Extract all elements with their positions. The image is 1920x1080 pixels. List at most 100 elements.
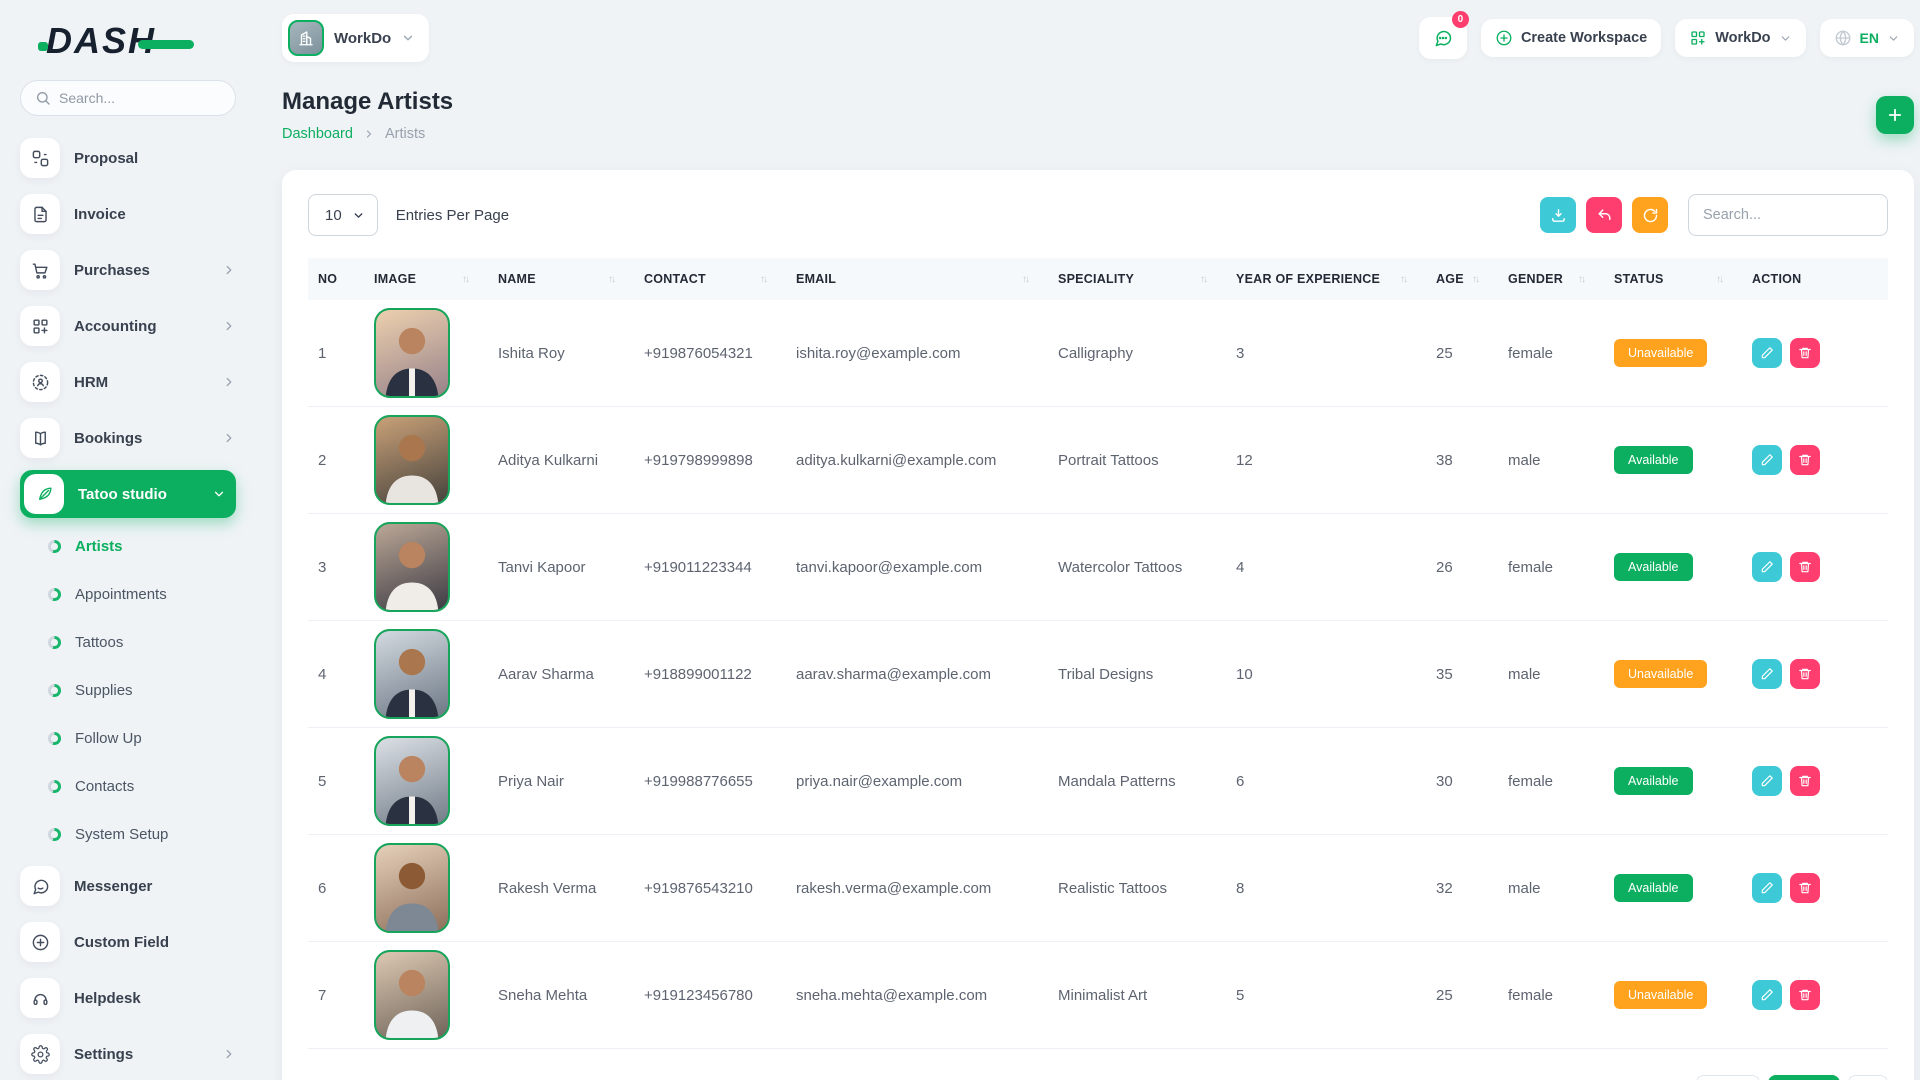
cell-no: 6 [308,835,364,942]
artist-photo [374,629,450,719]
cell-no: 5 [308,728,364,835]
sidebar: DASH Proposal Invoice Purchases [0,0,256,1080]
sort-icon[interactable] [760,274,776,285]
delete-button[interactable] [1790,766,1820,796]
table-row: 4 Aarav Sharma +918899001122 aarav.sharm… [308,621,1888,728]
pagination-page-1-button[interactable] [1768,1075,1840,1080]
delete-button[interactable] [1790,659,1820,689]
edit-button[interactable] [1752,873,1782,903]
sidebar-item-bookings[interactable]: Bookings [20,414,236,462]
sort-icon[interactable] [462,274,478,285]
delete-button[interactable] [1790,980,1820,1010]
sidebar-subitem-supplies[interactable]: Supplies [48,670,236,710]
column-header-name[interactable]: NAME [488,258,634,300]
language-selector[interactable]: EN [1820,19,1914,57]
app-root: DASH Proposal Invoice Purchases [0,0,1920,1080]
breadcrumb-dashboard-link[interactable]: Dashboard [282,126,353,142]
cell-speciality: Portrait Tattoos [1048,407,1226,514]
sort-icon[interactable] [1022,274,1038,285]
sidebar-subitem-system-setup[interactable]: System Setup [48,814,236,854]
delete-button[interactable] [1790,873,1820,903]
bullet-icon [48,636,61,649]
cell-speciality: Calligraphy [1048,300,1226,407]
sidebar-subitem-follow-up[interactable]: Follow Up [48,718,236,758]
refresh-button[interactable] [1632,197,1668,233]
artists-table: NO IMAGE NAME CONTACT EMAIL SPECIALITY Y… [308,258,1888,1049]
delete-button[interactable] [1790,552,1820,582]
cell-name: Ishita Roy [488,300,634,407]
column-header-speciality[interactable]: SPECIALITY [1048,258,1226,300]
column-header-experience[interactable]: YEAR OF EXPERIENCE [1226,258,1426,300]
sidebar-subitem-label: Artists [75,538,123,555]
add-artist-button[interactable] [1876,96,1914,134]
edit-button[interactable] [1752,659,1782,689]
edit-button[interactable] [1752,980,1782,1010]
edit-button[interactable] [1752,338,1782,368]
sidebar-search[interactable] [20,80,236,116]
bullet-icon [48,732,61,745]
cell-experience: 5 [1226,942,1426,1049]
sort-icon[interactable] [608,274,624,285]
sidebar-item-helpdesk[interactable]: Helpdesk [20,974,236,1022]
export-button[interactable] [1540,197,1576,233]
sidebar-item-purchases[interactable]: Purchases [20,246,236,294]
column-header-image[interactable]: IMAGE [364,258,488,300]
sidebar-item-proposal[interactable]: Proposal [20,134,236,182]
artist-photo [374,843,450,933]
edit-button[interactable] [1752,766,1782,796]
column-header-age[interactable]: AGE [1426,258,1498,300]
page-header: Manage Artists Dashboard Artists [282,88,1914,142]
column-header-contact[interactable]: CONTACT [634,258,786,300]
delete-button[interactable] [1790,445,1820,475]
sidebar-item-messenger[interactable]: Messenger [20,862,236,910]
sort-icon[interactable] [1472,274,1488,285]
chevron-down-icon [1779,32,1792,45]
sidebar-subitem-artists[interactable]: Artists [48,526,236,566]
cell-contact: +919798999898 [634,407,786,514]
sort-icon[interactable] [1578,274,1594,285]
create-workspace-button[interactable]: Create Workspace [1481,19,1661,57]
cell-gender: male [1498,407,1604,514]
sidebar-subitem-tattoos[interactable]: Tattoos [48,622,236,662]
sort-icon[interactable] [1400,274,1416,285]
pagination [308,1075,1888,1080]
sidebar-subitem-appointments[interactable]: Appointments [48,574,236,614]
cell-speciality: Mandala Patterns [1048,728,1226,835]
cell-contact: +919988776655 [634,728,786,835]
sidebar-item-tattoo-studio[interactable]: Tatoo studio [20,470,236,518]
workdo-menu-button[interactable]: WorkDo [1675,19,1805,57]
pencil-icon [1760,988,1774,1002]
sidebar-item-invoice[interactable]: Invoice [20,190,236,238]
cell-contact: +918899001122 [634,621,786,728]
edit-button[interactable] [1752,445,1782,475]
table-search-input[interactable] [1688,194,1888,236]
messages-button[interactable]: 0 [1419,17,1467,59]
cell-gender: female [1498,942,1604,1049]
sort-icon[interactable] [1200,274,1216,285]
pagination-prev-button[interactable] [1696,1075,1760,1080]
brand-logo: DASH [20,10,236,72]
sidebar-item-hrm[interactable]: HRM [20,358,236,406]
edit-button[interactable] [1752,552,1782,582]
undo-button[interactable] [1586,197,1622,233]
entries-per-page-select[interactable]: 10 [308,194,378,236]
workdo-menu-label: WorkDo [1715,30,1770,46]
sort-icon[interactable] [1716,274,1732,285]
sidebar-subitem-label: Tattoos [75,634,123,651]
workspace-selector[interactable]: WorkDo [282,14,429,62]
sidebar-item-accounting[interactable]: Accounting [20,302,236,350]
column-header-status[interactable]: STATUS [1604,258,1742,300]
pencil-icon [1760,667,1774,681]
sidebar-subitem-contacts[interactable]: Contacts [48,766,236,806]
column-header-no[interactable]: NO [308,258,364,300]
delete-button[interactable] [1790,338,1820,368]
cell-age: 38 [1426,407,1498,514]
trash-icon [1798,346,1812,360]
sidebar-item-custom-field[interactable]: Custom Field [20,918,236,966]
sidebar-search-input[interactable] [59,90,199,106]
column-header-gender[interactable]: GENDER [1498,258,1604,300]
book-icon [20,418,60,458]
pagination-next-button[interactable] [1848,1075,1888,1080]
column-header-email[interactable]: EMAIL [786,258,1048,300]
sidebar-item-settings[interactable]: Settings [20,1030,236,1078]
